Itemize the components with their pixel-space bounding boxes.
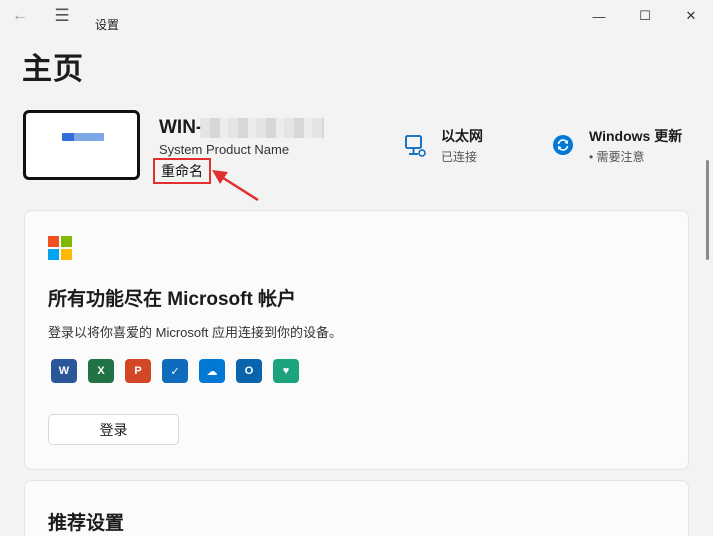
card-description: 登录以将你喜爱的 Microsoft 应用连接到你的设备。	[48, 325, 342, 340]
device-model: System Product Name	[159, 142, 290, 157]
windows-update-subtitle: • 需要注意	[589, 150, 645, 164]
recommended-settings-card: 推荐设置	[24, 480, 689, 536]
app-icon-row: W X P ✓ ☁ O ♥	[51, 359, 299, 383]
back-button[interactable]: ←	[6, 0, 34, 32]
onedrive-icon: ☁	[199, 359, 225, 383]
redacted-name-mask	[200, 118, 324, 138]
close-button[interactable]: ✕	[668, 4, 713, 28]
page-title: 主页	[22, 53, 84, 86]
windows-update-title: Windows 更新	[589, 128, 683, 144]
word-icon: W	[51, 359, 77, 383]
device-thumbnail	[23, 110, 140, 180]
desktop-preview-icon	[62, 133, 104, 141]
sync-icon	[553, 135, 573, 155]
ethernet-icon	[405, 135, 426, 157]
maximize-button[interactable]: ☐	[622, 4, 668, 28]
minimize-button[interactable]: —	[576, 4, 622, 28]
microsoft-account-card: 所有功能尽在 Microsoft 帐户 登录以将你喜爱的 Microsoft 应…	[24, 210, 689, 470]
recommended-settings-title: 推荐设置	[48, 513, 125, 534]
defender-icon: ✓	[162, 359, 188, 383]
excel-icon: X	[88, 359, 114, 383]
card-title: 所有功能尽在 Microsoft 帐户	[48, 289, 297, 310]
signin-button[interactable]: 登录	[48, 414, 179, 445]
app-title: 设置	[95, 18, 120, 32]
microsoft-logo-icon	[48, 236, 72, 260]
device-name: WIN-	[159, 117, 203, 138]
outlook-icon: O	[236, 359, 262, 383]
title-bar: ← ☰ 设置 — ☐ ✕	[0, 0, 713, 40]
ethernet-title: 以太网	[441, 128, 483, 144]
powerpoint-icon: P	[125, 359, 151, 383]
navigation-menu-button[interactable]: ☰	[48, 0, 76, 32]
family-icon: ♥	[273, 359, 299, 383]
annotation-arrow-icon	[212, 170, 259, 202]
ethernet-subtitle: 已连接	[441, 150, 478, 164]
scrollbar[interactable]	[706, 160, 709, 260]
rename-link[interactable]: 重命名	[161, 161, 203, 181]
